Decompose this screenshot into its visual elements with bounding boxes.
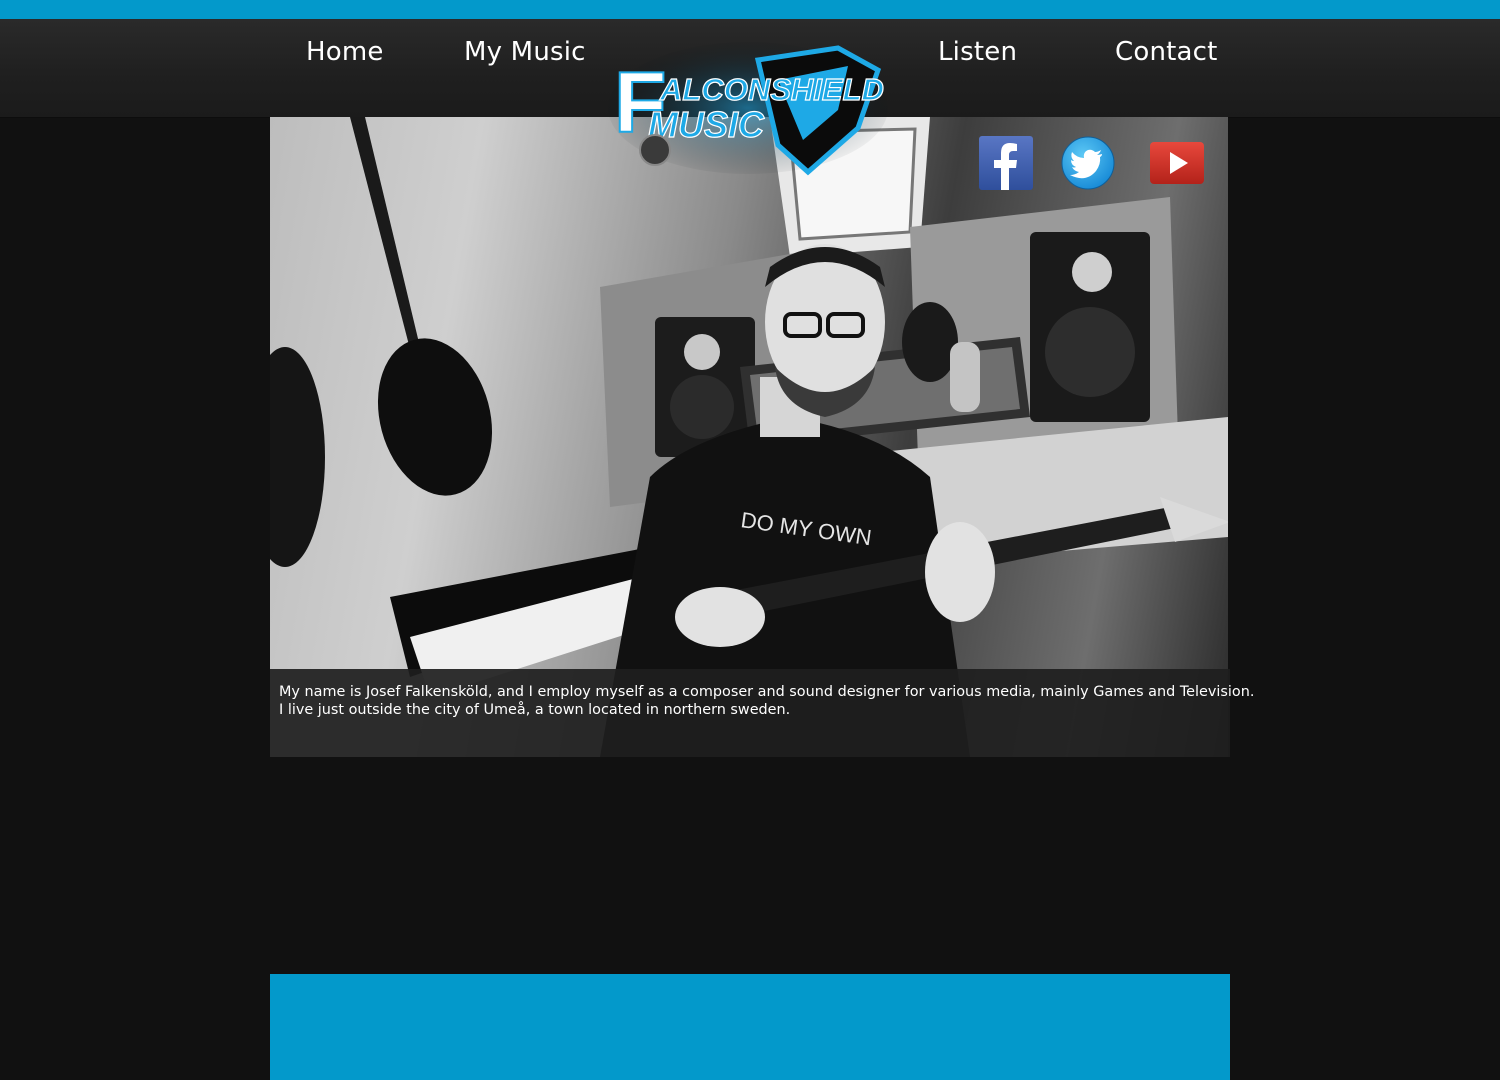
top-accent-bar [0,0,1500,19]
nav-contact-link[interactable]: Contact [1115,37,1218,67]
hero-caption: My name is Josef Falkensköld, and I empl… [270,669,1255,757]
twitter-icon-svg [1061,136,1115,190]
about-text: My name is Josef Falkensköld, and I empl… [279,683,1255,719]
footer-panel [270,974,1230,1080]
studio-photo-illustration: DO MY OWN [270,117,1228,757]
about-line-1: My name is Josef Falkensköld, and I empl… [279,684,1255,700]
nav-home-link[interactable]: Home [306,37,384,67]
logo-graphic: F ALCONSHIELD MUSIC [608,42,888,176]
nav-listen-link[interactable]: Listen [938,37,1017,67]
twitter-icon[interactable] [1061,136,1115,190]
falconshield-music-logo[interactable]: F ALCONSHIELD MUSIC [608,40,890,180]
hero-studio-photo: DO MY OWN [270,117,1228,757]
youtube-icon-svg [1150,142,1204,184]
youtube-icon[interactable] [1150,142,1204,184]
facebook-icon[interactable] [979,136,1033,190]
logo-line1: ALCONSHIELD [659,72,884,107]
about-line-2: I live just outside the city of Umeå, a … [279,702,791,718]
nav-my-music-link[interactable]: My Music [464,37,586,67]
facebook-icon-svg [979,136,1033,190]
